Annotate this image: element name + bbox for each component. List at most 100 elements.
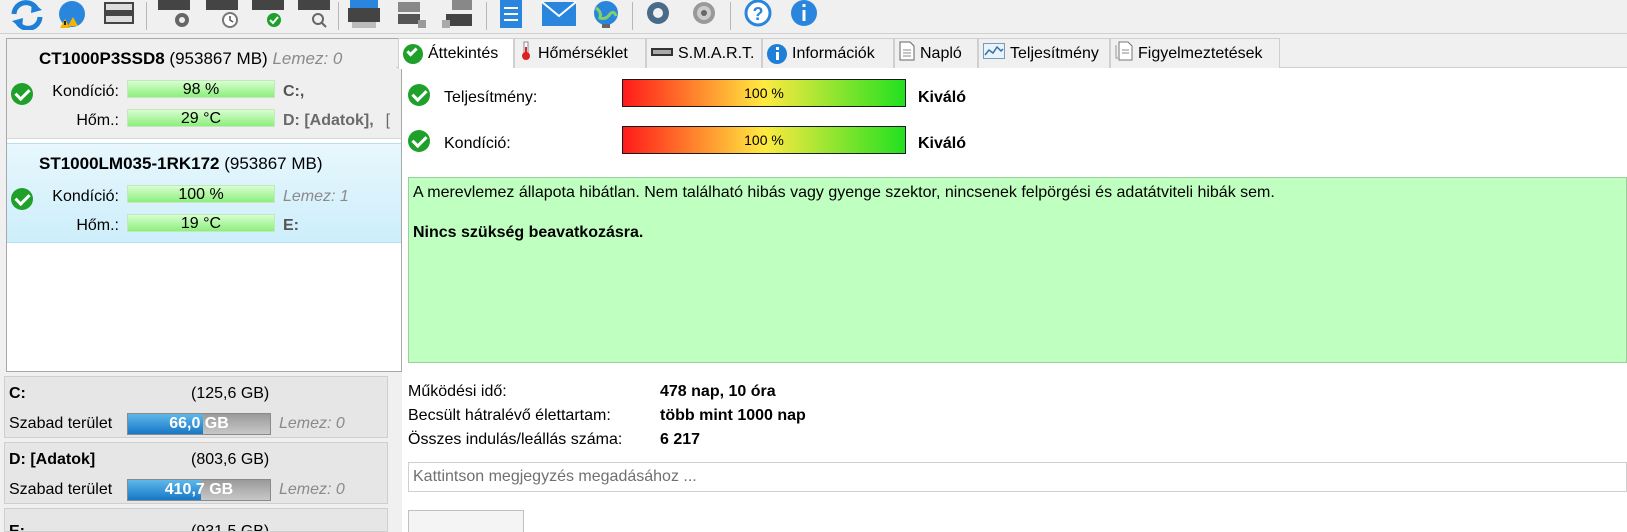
volume-item[interactable]: C: (125,6 GB) Szabad terület 66,0 GB Lem…	[4, 376, 388, 438]
tab-label: Figyelmeztetések	[1138, 44, 1263, 62]
disk-index: Lemez: 1	[283, 188, 349, 205]
temperature-label: Hőm.:	[76, 217, 119, 234]
document-icon	[899, 41, 915, 66]
disk-title: CT1000P3SSD8 (953867 MB) Lemez: 0	[39, 49, 342, 69]
disk-item[interactable]: CT1000P3SSD8 (953867 MB) Lemez: 0 Kondíc…	[7, 39, 401, 139]
bottom-button[interactable]	[408, 510, 524, 532]
tab-temperature[interactable]: Hőmérséklet	[514, 38, 646, 68]
disk-tools-icon[interactable]	[156, 0, 192, 30]
chart-icon	[983, 43, 1005, 64]
free-space-label: Szabad terület	[9, 415, 113, 432]
volume-size: (803,6 GB)	[191, 451, 270, 468]
temperature-bar: 19 °C	[127, 214, 275, 232]
toolbar-separator	[486, 2, 487, 30]
tab-label: Áttekintés	[428, 45, 499, 62]
printer-icon[interactable]	[346, 0, 382, 30]
disk-size: (953867 MB)	[224, 154, 323, 173]
start-stop-label: Összes indulás/leállás száma:	[408, 431, 623, 448]
disk-schedule-icon[interactable]	[204, 0, 240, 30]
free-space-value: 410,7 GB	[164, 481, 234, 498]
tab-label: Hőmérséklet	[538, 44, 628, 62]
partition-list-text: D: [Adatok],	[283, 112, 374, 129]
status-message: A merevlemez állapota hibátlan. Nem talá…	[413, 184, 1275, 201]
check-icon	[408, 130, 430, 152]
check-icon	[403, 44, 423, 64]
notes-icon[interactable]	[496, 0, 526, 30]
partition-list-overflow: [	[385, 112, 391, 129]
health-bar: 100 %	[127, 185, 275, 203]
warnings-icon	[1115, 41, 1133, 66]
disk-index: Lemez: 0	[279, 415, 345, 432]
volume-name: D: [Adatok]	[9, 451, 96, 468]
tab-log[interactable]: Napló	[894, 38, 978, 68]
partition-list: C:,	[283, 83, 305, 100]
toolbar-separator	[632, 2, 633, 30]
drive-icon[interactable]	[102, 0, 136, 30]
toolbar-separator	[730, 2, 731, 30]
globe-icon[interactable]	[588, 0, 624, 30]
tab-overview[interactable]: Áttekintés	[398, 38, 514, 69]
tab-label: Napló	[920, 44, 962, 62]
tab-bar: Áttekintés Hőmérséklet S.M.A.R.T. Inform…	[396, 38, 1627, 69]
start-stop-value: 6 217	[660, 431, 701, 448]
uptime-value: 478 nap, 10 óra	[660, 383, 776, 400]
info-icon	[767, 43, 787, 64]
settings-icon[interactable]	[640, 0, 676, 30]
smart-icon	[651, 45, 673, 63]
disk-check-icon[interactable]	[250, 0, 286, 30]
toolbar-separator	[338, 2, 339, 30]
help-icon[interactable]: ?	[740, 0, 776, 30]
free-space-bar: 410,7 GB	[127, 479, 271, 501]
free-space-bar: 66,0 GB	[127, 413, 271, 435]
disk-size: (953867 MB)	[169, 49, 268, 68]
performance-rating: Kiváló	[918, 89, 967, 106]
audio-icon[interactable]	[686, 0, 722, 30]
refresh-icon[interactable]	[8, 0, 46, 31]
volume-name: E:	[9, 523, 25, 532]
info-icon[interactable]	[786, 0, 822, 30]
status-action: Nincs szükség beavatkozásra.	[413, 224, 644, 241]
health-rating: Kiváló	[918, 135, 967, 152]
toolbar: ?	[0, 0, 1627, 34]
tab-label: Teljesítmény	[1010, 44, 1099, 62]
disk-item-selected[interactable]: ST1000LM035-1RK172 (953867 MB) Kondíció:…	[7, 143, 401, 243]
health-bar: 98 %	[127, 80, 275, 98]
partition-list: D: [Adatok], [	[283, 112, 390, 130]
temperature-bar: 29 °C	[127, 109, 275, 127]
status-box: A merevlemez állapota hibátlan. Nem talá…	[408, 177, 1627, 363]
tab-performance[interactable]: Teljesítmény	[978, 38, 1110, 68]
tab-warnings[interactable]: Figyelmeztetések	[1110, 38, 1280, 68]
volume-size: (931,5 GB)	[191, 523, 270, 532]
disk-index: Lemez: 0	[279, 481, 345, 498]
tab-information[interactable]: Információk	[762, 38, 894, 68]
health-label: Kondíció:	[52, 188, 119, 205]
health-label: Kondíció:	[444, 135, 511, 152]
tab-smart[interactable]: S.M.A.R.T.	[646, 38, 762, 68]
volume-item[interactable]: D: [Adatok] (803,6 GB) Szabad terület 41…	[4, 442, 388, 504]
mail-icon[interactable]	[540, 0, 578, 30]
network-icon[interactable]	[394, 0, 430, 30]
check-icon	[408, 84, 430, 106]
disk-list: CT1000P3SSD8 (953867 MB) Lemez: 0 Kondíc…	[6, 38, 402, 372]
disk-name: ST1000LM035-1RK172	[39, 154, 220, 173]
free-space-value: 66,0 GB	[169, 415, 229, 432]
svg-text:?: ?	[753, 4, 764, 24]
uptime-label: Működési idő:	[408, 383, 507, 400]
health-bar: 100 %	[622, 126, 906, 154]
performance-bar: 100 %	[622, 79, 906, 107]
lifetime-value: több mint 1000 nap	[660, 407, 806, 424]
network-export-icon[interactable]	[440, 0, 476, 30]
thermometer-icon	[519, 41, 533, 66]
disk-name: CT1000P3SSD8	[39, 49, 165, 68]
disk-title: ST1000LM035-1RK172 (953867 MB)	[39, 154, 323, 174]
disk-search-icon[interactable]	[296, 0, 332, 30]
performance-label: Teljesítmény:	[444, 89, 538, 106]
note-input[interactable]	[408, 462, 1627, 492]
volume-name: C:	[9, 385, 26, 402]
tab-label: S.M.A.R.T.	[678, 44, 755, 62]
disk-index: Lemez: 0	[272, 49, 343, 68]
health-label: Kondíció:	[52, 83, 119, 100]
volume-item[interactable]: E: (931,5 GB)	[4, 508, 388, 532]
partition-list: E:	[283, 217, 299, 234]
warning-icon[interactable]	[54, 0, 90, 30]
